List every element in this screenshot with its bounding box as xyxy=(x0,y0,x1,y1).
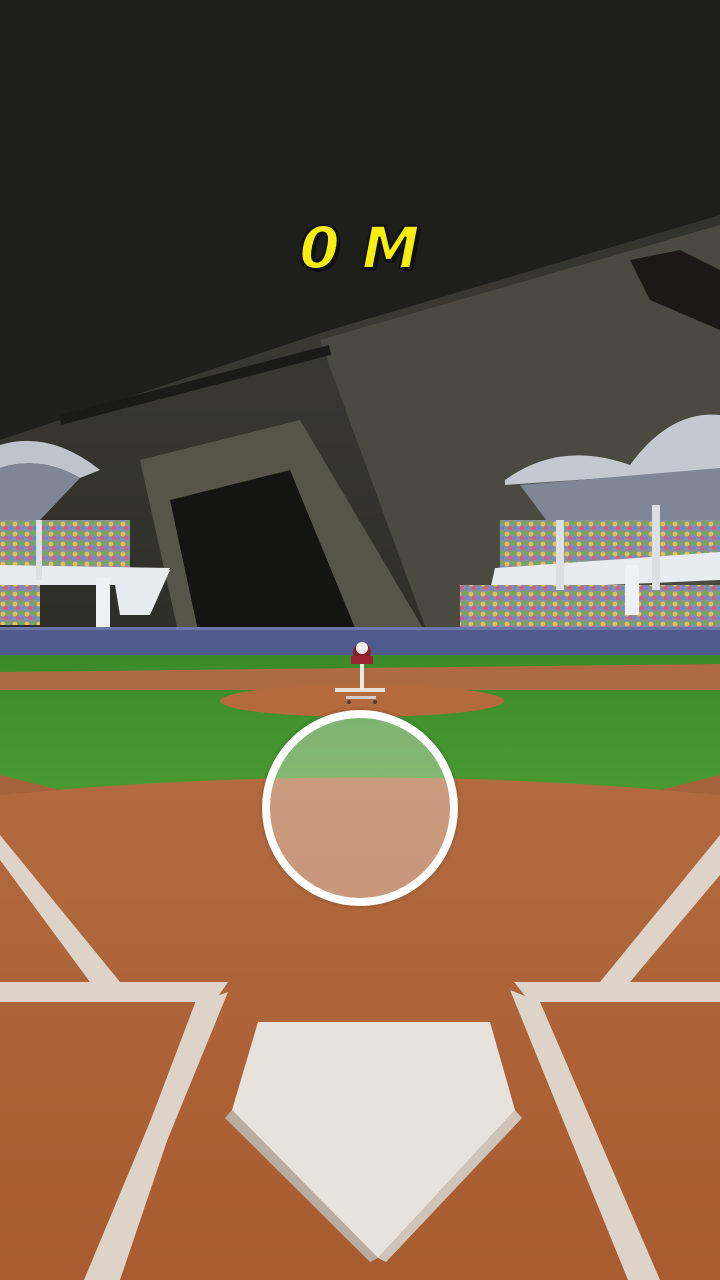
aim-reticle-icon[interactable] xyxy=(262,710,458,906)
ballpark-scene xyxy=(0,0,720,1280)
game-stage[interactable]: 0 M xyxy=(0,0,720,1280)
